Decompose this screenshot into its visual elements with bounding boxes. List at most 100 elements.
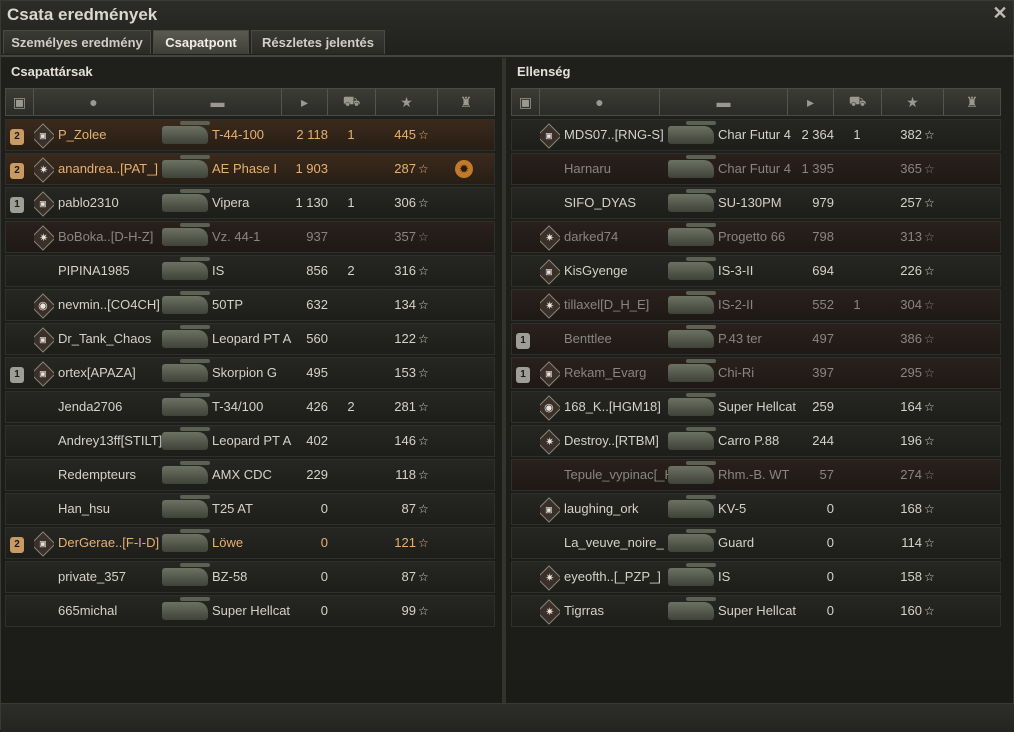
player-column-icon[interactable]: ●	[540, 89, 660, 115]
player-row[interactable]: ✷ BoBoka..[D-H-Z] Vz. 44-1 937 357 ☆	[5, 221, 495, 253]
player-row[interactable]: 1 ◈ Rekam_Evarg Chi-Ri 397 295 ☆	[511, 357, 1001, 389]
player-column-icon[interactable]: ●	[34, 89, 154, 115]
player-name[interactable]: Harnaru	[564, 154, 684, 184]
player-row[interactable]: Jenda2706 T-34/100 426 2 281 ☆	[5, 391, 495, 423]
player-row[interactable]: ✷ Destroy..[RTBM] Carro P.88 244 196 ☆	[511, 425, 1001, 457]
player-name[interactable]: SIFO_DYAS	[564, 188, 684, 218]
player-name[interactable]: Rekam_Evarg	[564, 358, 684, 388]
player-name[interactable]: MDS07..[RNG-S]	[564, 120, 684, 150]
player-row[interactable]: ◉ nevmin..[CO4CH] 50TP 632 134 ☆	[5, 289, 495, 321]
player-name[interactable]: DerGerae..[F-I-D]	[58, 528, 178, 558]
player-row[interactable]: 1 ◈ pablo2310 Vipera 1 130 1 306 ☆	[5, 187, 495, 219]
player-row[interactable]: Andrey13ff[STILT] Leopard PT A 402 146 ☆	[5, 425, 495, 457]
rank-badge-icon: ✷	[540, 599, 560, 625]
rank-badge-icon: ✷	[34, 225, 54, 251]
player-row[interactable]: ◈ KisGyenge IS-3-II 694 226 ☆	[511, 255, 1001, 287]
platoon-cell	[10, 324, 28, 354]
player-row[interactable]: ✷ eyeofth..[_PZP_] IS 0 158 ☆	[511, 561, 1001, 593]
medal-cell	[956, 188, 984, 218]
tab-team-score[interactable]: Csapatpont	[153, 30, 249, 54]
player-row[interactable]: ◈ MDS07..[RNG-S] Char Futur 4 2 364 1 38…	[511, 119, 1001, 151]
tab-personal-results[interactable]: Személyes eredmény	[3, 30, 151, 54]
player-row[interactable]: 1 ◈ ortex[APAZA] Skorpion G 495 153 ☆	[5, 357, 495, 389]
player-name[interactable]: 665michal	[58, 596, 178, 626]
player-name[interactable]: ortex[APAZA]	[58, 358, 178, 388]
damage-column-icon[interactable]: ▸	[788, 89, 834, 115]
player-row[interactable]: private_357 BZ-58 0 87 ☆	[5, 561, 495, 593]
damage-value: 426	[306, 399, 328, 414]
player-row[interactable]: La_veuve_noire_ Guard 0 114 ☆	[511, 527, 1001, 559]
player-name[interactable]: PIPINA1985	[58, 256, 178, 286]
xp-star-icon: ☆	[924, 502, 935, 516]
player-name[interactable]: Benttlee	[564, 324, 684, 354]
platoon-cell: 1	[10, 188, 28, 218]
player-name[interactable]: Dr_Tank_Chaos	[58, 324, 178, 354]
panel-divider	[502, 58, 506, 703]
player-row[interactable]: 2 ◈ P_Zolee T-44-100 2 118 1 445 ☆	[5, 119, 495, 151]
medal-column-icon[interactable]: ♜	[944, 89, 1000, 115]
kills-value: 1	[853, 297, 861, 312]
player-row[interactable]: 2 ◈ DerGerae..[F-I-D] Löwe 0 121 ☆	[5, 527, 495, 559]
player-name[interactable]: Tepule_vypinac[_HC]	[564, 460, 684, 490]
medal-icon[interactable]: ✹	[455, 160, 473, 178]
platoon-column-icon[interactable]: ▣	[6, 89, 34, 115]
player-row[interactable]: ◉ 168_K..[HGM18] Super Hellcat 259 164 ☆	[511, 391, 1001, 423]
player-name[interactable]: pablo2310	[58, 188, 178, 218]
close-icon[interactable]: ✕	[991, 4, 1009, 22]
player-name[interactable]: Han_hsu	[58, 494, 178, 524]
rank-badge-icon: ◈	[540, 259, 560, 285]
damage-value: 229	[306, 467, 328, 482]
player-row[interactable]: 1 Benttlee P.43 ter 497 386 ☆	[511, 323, 1001, 355]
tank-icon	[162, 120, 214, 150]
player-name[interactable]: eyeofth..[_PZP_]	[564, 562, 684, 592]
tank-name: AMX CDC	[212, 467, 272, 482]
player-name[interactable]: nevmin..[CO4CH]	[58, 290, 178, 320]
player-row[interactable]: ◈ laughing_ork KV-5 0 168 ☆	[511, 493, 1001, 525]
player-row[interactable]: Han_hsu T25 AT 0 87 ☆	[5, 493, 495, 525]
player-name[interactable]: tillaxel[D_H_E]	[564, 290, 684, 320]
player-name[interactable]: BoBoka..[D-H-Z]	[58, 222, 178, 252]
player-name[interactable]: KisGyenge	[564, 256, 684, 286]
player-name[interactable]: P_Zolee	[58, 120, 178, 150]
player-name[interactable]: Andrey13ff[STILT]	[58, 426, 178, 456]
platoon-column-icon[interactable]: ▣	[512, 89, 540, 115]
player-row[interactable]: PIPINA1985 IS 856 2 316 ☆	[5, 255, 495, 287]
xp-column-star-icon[interactable]: ★	[376, 89, 438, 115]
player-name[interactable]: anandrea..[PAT_]	[58, 154, 178, 184]
xp-column-star-icon[interactable]: ★	[882, 89, 944, 115]
player-row[interactable]: ✷ darked74 Progetto 66 798 313 ☆	[511, 221, 1001, 253]
player-name[interactable]: 168_K..[HGM18]	[564, 392, 684, 422]
player-name[interactable]: Tigrras	[564, 596, 684, 626]
player-row[interactable]: 665michal Super Hellcat 0 99 ☆	[5, 595, 495, 627]
tank-column-icon[interactable]: ▬	[660, 89, 788, 115]
player-name[interactable]: darked74	[564, 222, 684, 252]
kills-value: 2	[347, 399, 355, 414]
player-row[interactable]: Harnaru Char Futur 4 1 395 365 ☆	[511, 153, 1001, 185]
player-row[interactable]: Tepule_vypinac[_HC] Rhm.-B. WT 57 274 ☆	[511, 459, 1001, 491]
player-row[interactable]: ✷ Tigrras Super Hellcat 0 160 ☆	[511, 595, 1001, 627]
kills-column-icon[interactable]: ⛟	[328, 89, 376, 115]
tab-detailed-report[interactable]: Részletes jelentés	[251, 30, 385, 54]
player-name[interactable]: private_357	[58, 562, 178, 592]
player-name[interactable]: laughing_ork	[564, 494, 684, 524]
player-name[interactable]: Destroy..[RTBM]	[564, 426, 684, 456]
kills-column-icon[interactable]: ⛟	[834, 89, 882, 115]
damage-value: 244	[812, 433, 834, 448]
platoon-cell: 1	[10, 358, 28, 388]
medal-column-icon[interactable]: ♜	[438, 89, 494, 115]
xp-star-icon: ☆	[418, 128, 429, 142]
player-row[interactable]: Redempteurs AMX CDC 229 118 ☆	[5, 459, 495, 491]
player-name[interactable]: Jenda2706	[58, 392, 178, 422]
player-name[interactable]: La_veuve_noire_	[564, 528, 684, 558]
player-row[interactable]: ◈ Dr_Tank_Chaos Leopard PT A 560 122 ☆	[5, 323, 495, 355]
xp-value: 313	[900, 229, 922, 244]
xp-value: 118	[395, 467, 416, 482]
damage-column-icon[interactable]: ▸	[282, 89, 328, 115]
player-name[interactable]: Redempteurs	[58, 460, 178, 490]
player-row[interactable]: SIFO_DYAS SU-130PM 979 257 ☆	[511, 187, 1001, 219]
player-row[interactable]: ✷ tillaxel[D_H_E] IS-2-II 552 1 304 ☆	[511, 289, 1001, 321]
player-row[interactable]: 2 ✷ anandrea..[PAT_] AE Phase I 1 903 28…	[5, 153, 495, 185]
tank-column-icon[interactable]: ▬	[154, 89, 282, 115]
xp-star-icon: ☆	[418, 366, 429, 380]
tank-name: Löwe	[212, 535, 244, 550]
